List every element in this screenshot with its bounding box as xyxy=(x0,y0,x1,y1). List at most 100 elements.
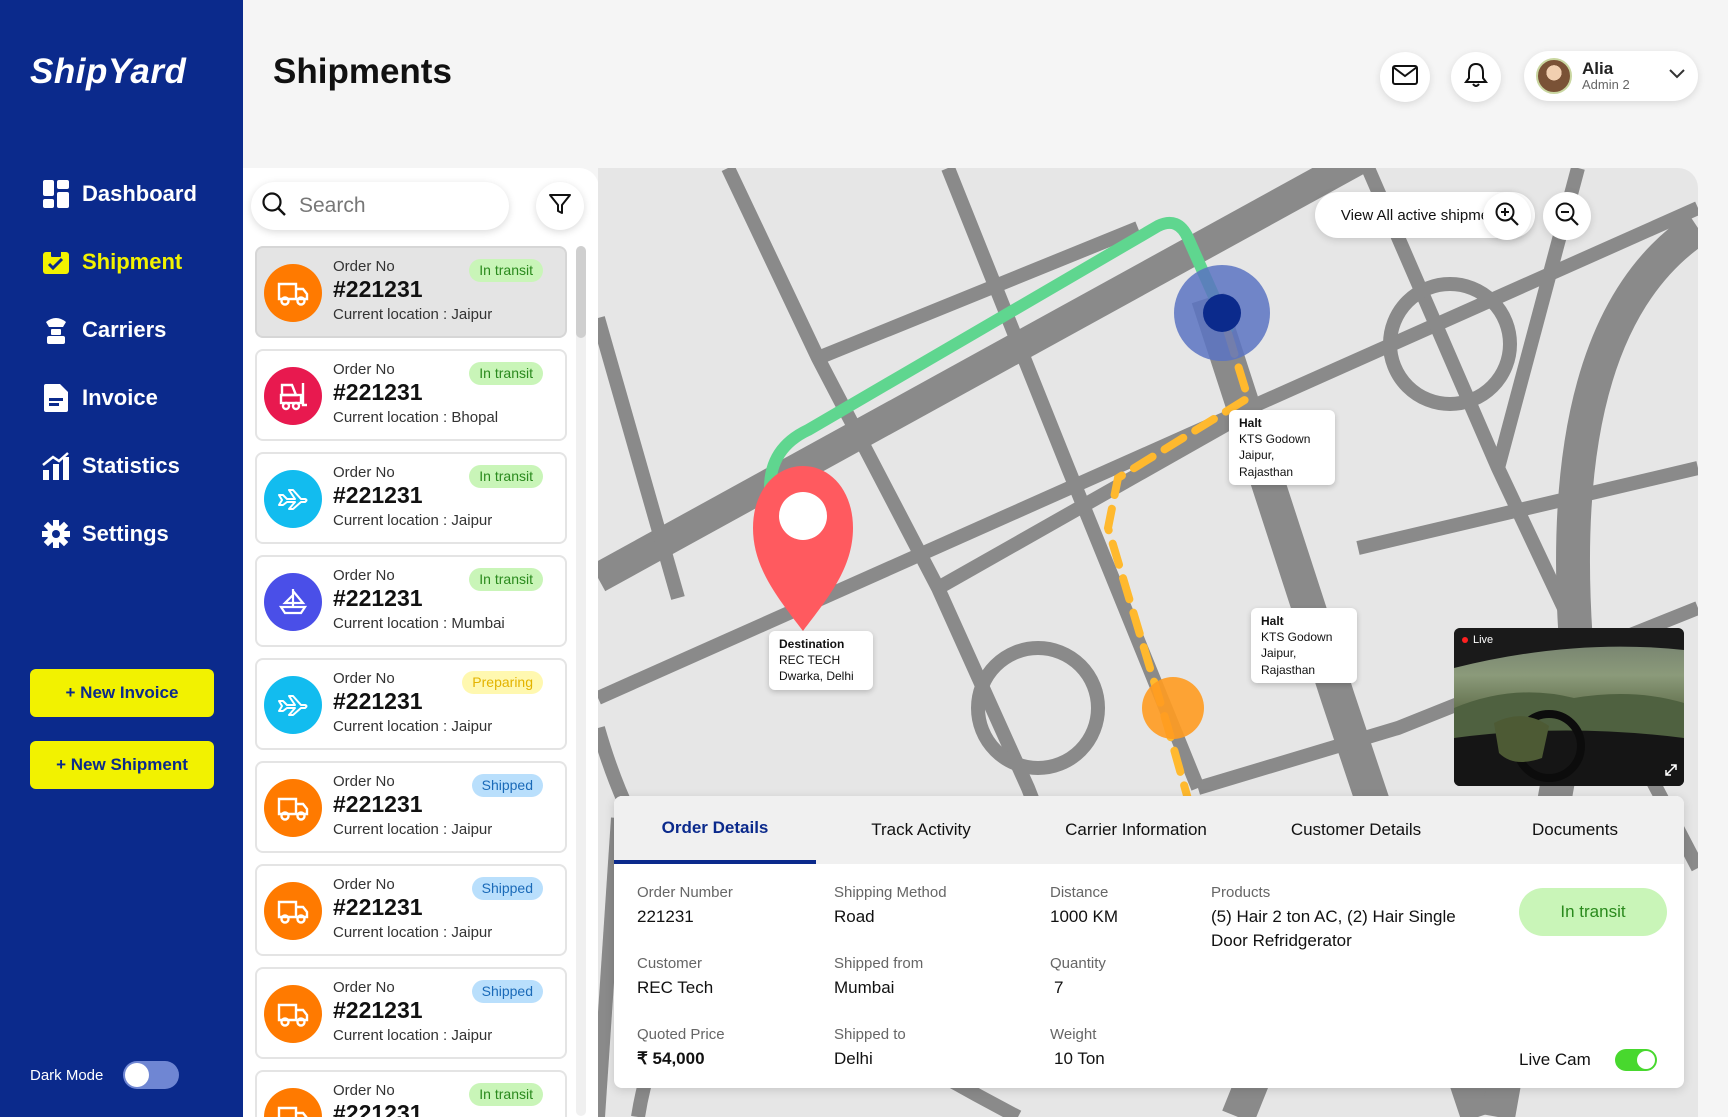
status-badge: Shipped xyxy=(471,774,543,797)
sidebar-item-carriers[interactable]: Carriers xyxy=(41,310,166,350)
bell-icon xyxy=(1464,62,1488,93)
notifications-button[interactable] xyxy=(1451,52,1501,102)
status-badge: In transit xyxy=(469,259,543,282)
zoom-in-button[interactable] xyxy=(1483,192,1531,240)
status-badge: Shipped xyxy=(471,980,543,1003)
shipment-card[interactable]: Order No #221231 Current location : Jaipur… xyxy=(255,967,567,1059)
dark-mode-toggle[interactable] xyxy=(123,1061,180,1089)
shipment-card[interactable]: Order No #221231 Current location : Mumbai… xyxy=(255,555,567,647)
field-label: Shipping Method xyxy=(834,884,947,901)
destination-title: Destination xyxy=(779,637,845,651)
order-number: #221231 xyxy=(333,482,423,508)
toggle-knob xyxy=(1636,1051,1655,1069)
sidebar-item-settings[interactable]: Settings xyxy=(41,514,169,554)
shipping-method-field: Shipping Method Road xyxy=(834,884,947,929)
sidebar-item-statistics[interactable]: Statistics xyxy=(41,446,180,486)
sidebar-item-shipment[interactable]: Shipment xyxy=(41,242,182,282)
shipment-card[interactable]: Order No #221231 In transit xyxy=(255,1070,567,1117)
new-invoice-button[interactable]: + New Invoice xyxy=(30,669,214,717)
field-label: Shipped from xyxy=(834,955,924,972)
field-value: 10 Ton xyxy=(1054,1049,1105,1068)
list-scrollbar[interactable] xyxy=(576,246,586,1116)
status-badge: In transit xyxy=(1519,888,1667,936)
ship-icon xyxy=(264,573,322,631)
current-location: Current location : Jaipur xyxy=(333,718,493,735)
products-line1: (5) Hair 2 ton AC, (2) Hair Single xyxy=(1211,907,1456,926)
shipment-icon xyxy=(41,248,70,277)
customer-field: Customer REC Tech xyxy=(637,955,713,1000)
order-label: Order No xyxy=(333,773,395,790)
user-menu[interactable]: Alia Admin 2 xyxy=(1524,51,1698,101)
destination-line1: REC TECH xyxy=(779,653,841,668)
live-cam-label: Live Cam xyxy=(1519,1050,1591,1069)
halt-info-1: Halt KTS Godown Jaipur, Rajasthan xyxy=(1229,410,1335,485)
halt-line2: Jaipur, Rajasthan xyxy=(1239,448,1294,479)
status-badge: Shipped xyxy=(471,877,543,900)
distance-field: Distance 1000 KM xyxy=(1050,884,1118,929)
plane-icon xyxy=(264,676,322,734)
avatar xyxy=(1536,58,1572,94)
zoom-out-icon xyxy=(1554,201,1580,232)
order-label: Order No xyxy=(333,876,395,893)
shipment-card[interactable]: Order No #221231 Current location : Bhopal… xyxy=(255,349,567,441)
live-cam-feed[interactable]: Live xyxy=(1454,628,1684,786)
destination-info: Destination REC TECH Dwarka, Delhi xyxy=(769,631,873,690)
order-number-field: Order Number 221231 xyxy=(637,884,733,929)
current-location: Current location : Jaipur xyxy=(333,924,493,941)
current-location: Current location : Jaipur xyxy=(333,821,493,838)
field-label: Customer xyxy=(637,955,703,972)
zoom-in-icon xyxy=(1494,201,1520,232)
shipment-card[interactable]: Order No #221231 Current location : Jaipur… xyxy=(255,864,567,956)
field-label: Shipped to xyxy=(834,1026,906,1043)
tab-order-details[interactable]: Order Details xyxy=(614,796,816,864)
shipment-card[interactable]: Order No #221231 Current location : Jaipur… xyxy=(255,452,567,544)
order-number: #221231 xyxy=(333,791,423,817)
shipment-card[interactable]: Order No #221231 Current location : Jaipur… xyxy=(255,658,567,750)
order-number: #221231 xyxy=(333,997,423,1023)
user-name: Alia xyxy=(1582,58,1614,78)
tab-customer-details[interactable]: Customer Details xyxy=(1246,796,1466,864)
order-number: #221231 xyxy=(333,688,423,714)
tab-track-activity[interactable]: Track Activity xyxy=(816,796,1026,864)
expand-icon[interactable] xyxy=(1664,763,1678,782)
field-label: Order Number xyxy=(637,884,733,901)
messages-button[interactable] xyxy=(1380,52,1430,102)
order-label: Order No xyxy=(333,567,395,584)
weight-field: Weight 10 Ton xyxy=(1050,1026,1105,1071)
live-indicator: Live xyxy=(1462,634,1493,646)
status-badge: In transit xyxy=(469,362,543,385)
order-label: Order No xyxy=(333,979,395,996)
sidebar-item-invoice[interactable]: Invoice xyxy=(41,378,158,418)
tab-carrier-information[interactable]: Carrier Information xyxy=(1026,796,1246,864)
field-value: Mumbai xyxy=(834,978,895,997)
search-input[interactable] xyxy=(299,194,479,218)
scrollbar-thumb[interactable] xyxy=(576,246,586,338)
shipped-to-field: Shipped to Delhi xyxy=(834,1026,906,1071)
live-label: Live xyxy=(1473,634,1494,646)
page-title: Shipments xyxy=(273,52,452,91)
filter-button[interactable] xyxy=(536,182,584,230)
sidebar-item-label: Dashboard xyxy=(82,181,197,206)
shipment-card[interactable]: Order No #221231 Current location : Jaipur… xyxy=(255,761,567,853)
shipment-list-panel: Order No#221231Current location : Jaipur… xyxy=(243,168,599,1117)
dashboard-icon xyxy=(41,180,70,209)
order-label: Order No xyxy=(333,670,395,687)
order-label: Order No xyxy=(333,258,395,275)
field-label: Distance xyxy=(1050,884,1109,901)
truck-icon xyxy=(264,264,322,322)
statistics-icon xyxy=(41,452,70,481)
new-shipment-button[interactable]: + New Shipment xyxy=(30,741,214,789)
truck-icon xyxy=(264,985,322,1043)
tab-documents[interactable]: Documents xyxy=(1466,796,1684,864)
shipment-card[interactable]: Order No #221231 Current location : Jaipur… xyxy=(255,246,567,338)
zoom-out-button[interactable] xyxy=(1543,192,1591,240)
field-label: Products xyxy=(1211,884,1271,901)
order-label: Order No xyxy=(333,464,395,481)
field-value: REC Tech xyxy=(637,978,714,997)
shipped-from-field: Shipped from Mumbai xyxy=(834,955,923,1000)
field-value: Road xyxy=(834,907,875,926)
sidebar-item-dashboard[interactable]: Dashboard xyxy=(41,174,197,214)
live-cam-toggle[interactable] xyxy=(1614,1049,1657,1071)
halt-title: Halt xyxy=(1239,416,1262,430)
field-label: Weight xyxy=(1050,1026,1097,1043)
